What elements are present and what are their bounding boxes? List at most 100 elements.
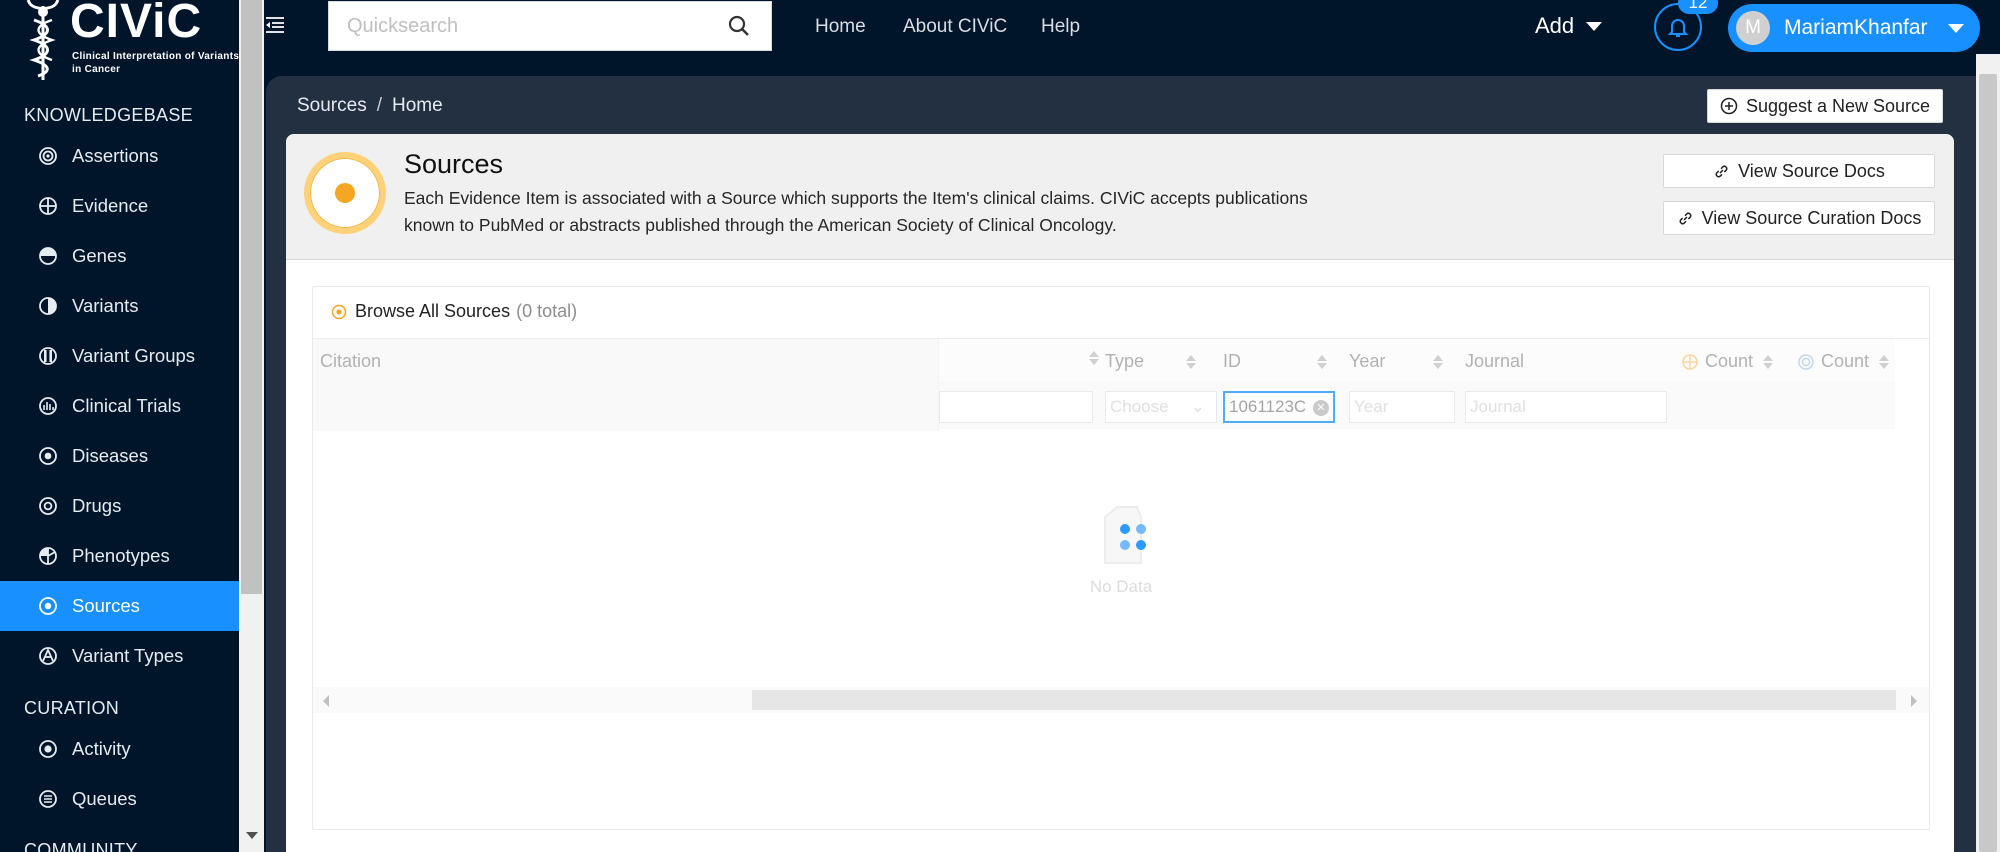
column-header-unlabeled[interactable] <box>1079 351 1099 365</box>
section-title-curation: CURATION <box>24 698 120 718</box>
empty-state: No Data <box>1061 493 1181 603</box>
sidebar-scrollbar[interactable] <box>239 0 264 852</box>
column-label: Journal <box>1465 351 1525 371</box>
search-icon[interactable] <box>727 14 751 38</box>
caret-down-icon <box>1586 21 1603 31</box>
column-header-evidence-count[interactable]: Count <box>1681 351 1774 372</box>
user-name: MariamKhanfar <box>1784 16 1928 39</box>
variant-group-icon <box>38 346 58 366</box>
sidebar-item-genes[interactable]: Genes <box>0 231 239 281</box>
source-large-icon <box>304 152 386 234</box>
sidebar-item-assertions[interactable]: Assertions <box>0 131 239 181</box>
sort-icon <box>1879 354 1890 369</box>
chevron-down-icon: ⌄ <box>1190 397 1205 416</box>
sort-icon <box>1433 354 1444 369</box>
section-title-knowledgebase: KNOWLEDGEBASE <box>24 105 193 125</box>
scroll-right-arrow-icon[interactable] <box>1911 695 1917 707</box>
sidebar-item-variants[interactable]: Variants <box>0 281 239 331</box>
page-scrollbar[interactable] <box>1976 54 2000 852</box>
sidebar-item-label: Activity <box>72 738 131 759</box>
journal-filter-input[interactable]: Journal <box>1465 391 1667 423</box>
id-filter-input[interactable]: 1061123C ✕ <box>1223 391 1335 423</box>
sidebar-item-drugs[interactable]: Drugs <box>0 481 239 531</box>
sidebar: CIViC Clinical Interpretation of Variant… <box>0 0 239 852</box>
table-horizontal-scrollbar[interactable] <box>313 687 1929 713</box>
view-source-curation-docs-button[interactable]: View Source Curation Docs <box>1663 201 1935 235</box>
avatar: M <box>1736 11 1770 45</box>
sidebar-item-phenotypes[interactable]: Phenotypes <box>0 531 239 581</box>
logo-wordmark: CIViC <box>70 0 203 48</box>
variant-icon <box>38 296 58 316</box>
type-filter-select[interactable]: Choose ⌄ <box>1105 391 1217 423</box>
sidebar-item-queues[interactable]: Queues <box>0 774 239 824</box>
sidebar-item-label: Genes <box>72 245 127 266</box>
add-menu-button[interactable]: Add <box>1535 13 1603 39</box>
horizontal-scrollbar-thumb[interactable] <box>752 690 1896 710</box>
column-header-citation[interactable]: Citation <box>320 351 381 372</box>
type-filter-placeholder: Choose <box>1110 397 1169 416</box>
column-header-journal[interactable]: Journal <box>1465 351 1524 372</box>
queue-icon <box>38 789 58 809</box>
browse-sources-panel: Browse All Sources (0 total) Citation Ty… <box>312 286 1930 830</box>
evidence-icon <box>38 196 58 216</box>
suggest-new-source-button[interactable]: Suggest a New Source <box>1707 89 1943 123</box>
assertion-icon <box>1798 353 1814 370</box>
variant-type-icon <box>38 646 58 666</box>
page-header: Sources Each Evidence Item is associated… <box>286 134 1954 260</box>
sidebar-item-clinical-trials[interactable]: Clinical Trials <box>0 381 239 431</box>
sidebar-item-label: Variant Groups <box>72 345 196 366</box>
sidebar-item-label: Assertions <box>72 145 159 166</box>
clear-icon[interactable]: ✕ <box>1313 400 1329 416</box>
nav-link-help[interactable]: Help <box>1041 16 1080 38</box>
link-icon <box>1715 165 1728 177</box>
view-source-docs-label: View Source Docs <box>1738 160 1885 181</box>
sidebar-item-label: Diseases <box>72 445 149 466</box>
no-data-text: No Data <box>1089 577 1153 596</box>
breadcrumb-separator: / <box>376 95 382 116</box>
sidebar-item-label: Variants <box>72 295 139 316</box>
sort-icon <box>1763 354 1774 369</box>
nav-link-about[interactable]: About CIViC <box>903 16 1007 38</box>
view-source-docs-button[interactable]: View Source Docs <box>1663 154 1935 188</box>
year-filter-input[interactable]: Year <box>1349 391 1455 423</box>
sort-icon <box>1186 354 1197 369</box>
user-menu-button[interactable]: M MariamKhanfar <box>1728 4 1980 52</box>
sidebar-item-activity[interactable]: Activity <box>0 724 239 774</box>
page-description: Each Evidence Item is associated with a … <box>404 188 1308 235</box>
sidebar-item-variant-groups[interactable]: Variant Groups <box>0 331 239 381</box>
sidebar-item-label: Evidence <box>72 195 149 216</box>
sidebar-item-label: Phenotypes <box>72 545 170 566</box>
column-header-id[interactable]: ID <box>1223 351 1327 372</box>
sidebar-item-diseases[interactable]: Diseases <box>0 431 239 481</box>
column-header-type[interactable]: Type <box>1105 351 1197 372</box>
breadcrumb-home[interactable]: Home <box>392 95 443 117</box>
quicksearch-box[interactable] <box>328 1 772 51</box>
page-scrollbar-thumb[interactable] <box>1979 74 1997 852</box>
sidebar-item-evidence[interactable]: Evidence <box>0 181 239 231</box>
column-label: ID <box>1223 351 1241 371</box>
assertion-icon <box>38 146 58 166</box>
quicksearch-input[interactable] <box>329 14 727 38</box>
scroll-left-arrow-icon[interactable] <box>323 695 329 707</box>
sidebar-item-sources[interactable]: Sources <box>0 581 239 631</box>
sort-icon <box>1089 351 1099 365</box>
sidebar-item-variant-types[interactable]: Variant Types <box>0 631 239 681</box>
sidebar-scrollbar-thumb[interactable] <box>241 0 262 594</box>
column-header-assertion-count[interactable]: Count <box>1797 351 1890 372</box>
column-header-year[interactable]: Year <box>1349 351 1444 372</box>
civic-logo[interactable]: CIViC Clinical Interpretation of Variant… <box>22 0 239 84</box>
page-title: Sources <box>404 149 504 179</box>
breadcrumb-sources[interactable]: Sources <box>297 95 367 117</box>
filter-input-unlabeled[interactable] <box>939 391 1093 423</box>
sort-icon <box>1317 354 1327 369</box>
column-label: Count <box>1705 351 1754 371</box>
activity-icon <box>38 739 58 759</box>
sources-page-card: Sources Each Evidence Item is associated… <box>286 134 1954 852</box>
menu-fold-icon[interactable] <box>264 14 286 36</box>
scroll-down-arrow-icon[interactable] <box>246 832 258 839</box>
logo-subtitle: Clinical Interpretation of Variants in C… <box>72 51 239 75</box>
nav-link-home[interactable]: Home <box>815 16 866 38</box>
suggest-new-source-label: Suggest a New Source <box>1745 95 1931 116</box>
breadcrumb: Sources / Home <box>297 95 443 117</box>
browse-total-count: (0 total) <box>516 301 578 321</box>
